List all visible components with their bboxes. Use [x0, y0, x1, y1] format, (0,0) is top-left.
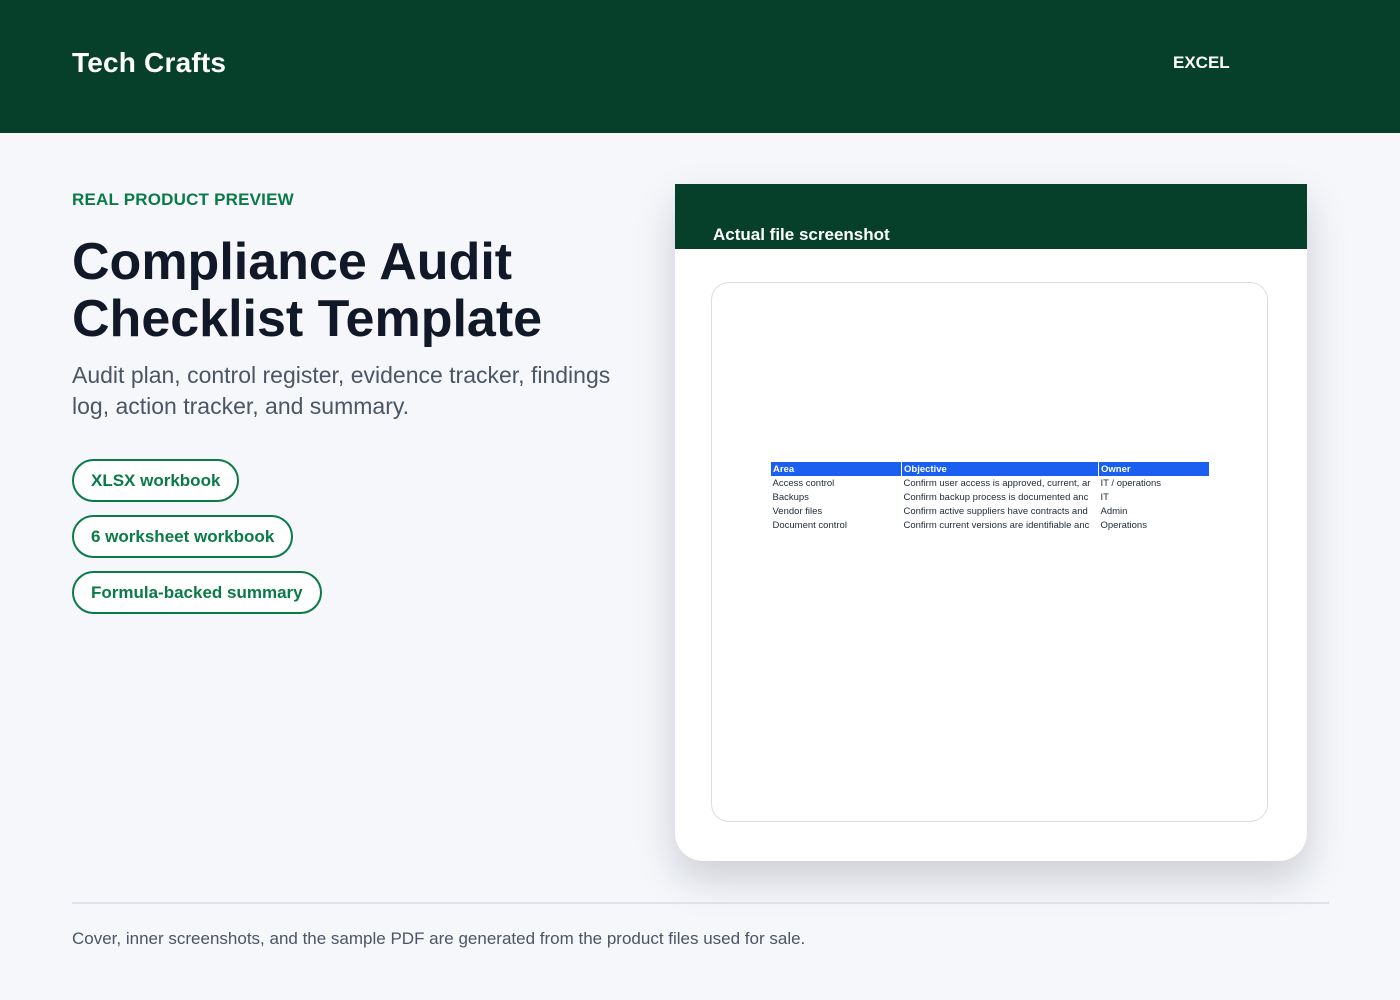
cell-owner: Operations — [1100, 519, 1147, 531]
table-row: Vendor files Confirm active suppliers ha… — [771, 504, 1209, 518]
spreadsheet-preview: Area Objective Owner Access control Conf… — [770, 462, 1209, 532]
footer-note: Cover, inner screenshots, and the sample… — [72, 929, 806, 948]
cell-owner: Admin — [1100, 505, 1128, 517]
pill-xlsx-workbook: XLSX workbook — [72, 459, 240, 502]
column-header-owner: Owner — [1098, 462, 1209, 476]
page-subtitle: Audit plan, control register, evidence t… — [72, 362, 611, 419]
cell-area: Vendor files — [772, 505, 823, 517]
column-header-area: Area — [770, 462, 902, 476]
cell-objective: Confirm current versions are identifiabl… — [903, 519, 1090, 531]
preview-card-title: Actual file screenshot — [713, 225, 890, 244]
page-title: Compliance Audit Checklist Template — [72, 233, 543, 348]
table-row: Access control Confirm user access is ap… — [771, 476, 1209, 490]
pill-worksheet-count: 6 worksheet workbook — [72, 515, 294, 558]
preview-card-header: Actual file screenshot — [675, 184, 1307, 249]
eyebrow-label: REAL PRODUCT PREVIEW — [72, 190, 294, 209]
table-row: Backups Confirm backup process is docume… — [771, 490, 1209, 504]
cell-area: Document control — [772, 519, 847, 531]
pill-formula-summary: Formula-backed summary — [72, 571, 322, 614]
cell-objective: Confirm active suppliers have contracts … — [903, 505, 1088, 517]
brand-name[interactable]: Tech Crafts — [72, 47, 226, 79]
cell-area: Backups — [772, 491, 809, 503]
table-row: Document control Confirm current version… — [771, 518, 1209, 532]
screenshot-frame — [711, 282, 1268, 822]
site-header: Tech Crafts EXCEL — [0, 0, 1400, 133]
cell-owner: IT / operations — [1100, 477, 1162, 489]
column-header-objective: Objective — [901, 462, 1099, 476]
cell-area: Access control — [772, 477, 835, 489]
format-tag: EXCEL — [1173, 53, 1230, 72]
preview-card: Actual file screenshot Area Objective Ow… — [675, 184, 1307, 861]
cell-owner: IT — [1100, 491, 1109, 503]
cell-objective: Confirm user access is approved, current… — [903, 477, 1091, 489]
cell-objective: Confirm backup process is documented anc — [903, 491, 1089, 503]
footer-divider — [72, 902, 1329, 904]
sheet-header-row: Area Objective Owner — [770, 462, 1209, 476]
feature-pills: XLSX workbook 6 worksheet workbook Formu… — [72, 459, 322, 627]
